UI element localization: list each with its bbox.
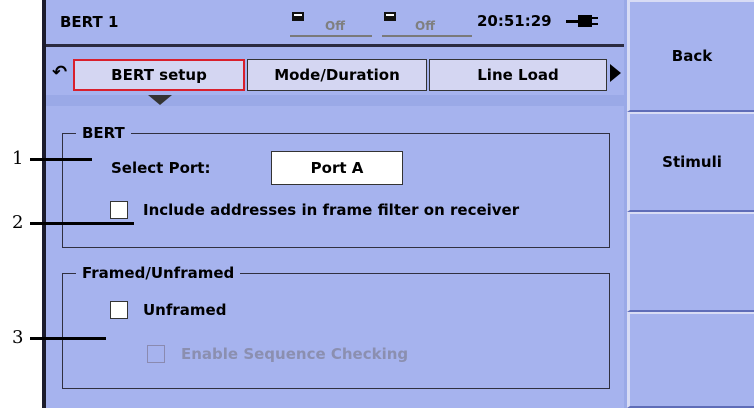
callout-3: 3 bbox=[12, 327, 24, 348]
back-softkey[interactable]: Back bbox=[627, 0, 754, 112]
softkey-4[interactable] bbox=[627, 312, 754, 408]
sequence-checking-label: Enable Sequence Checking bbox=[181, 345, 409, 363]
tab-line-load[interactable]: Line Load bbox=[429, 59, 607, 91]
bert-group-title: BERT bbox=[76, 124, 131, 142]
sequence-checking-checkbox bbox=[147, 345, 165, 363]
callout-1-line bbox=[30, 158, 92, 161]
include-addresses-label: Include addresses in frame filter on rec… bbox=[143, 201, 520, 219]
framing-group-title: Framed/Unframed bbox=[76, 264, 241, 282]
callout-2: 2 bbox=[12, 212, 24, 233]
tab-bert-setup[interactable]: BERT setup bbox=[73, 59, 245, 91]
stimuli-softkey[interactable]: Stimuli bbox=[627, 112, 754, 212]
callout-1: 1 bbox=[12, 148, 24, 169]
port-1-led-icon bbox=[292, 12, 304, 21]
port-1-status: Off bbox=[325, 19, 345, 33]
tab-mode-duration[interactable]: Mode/Duration bbox=[247, 59, 427, 91]
window-title: BERT 1 bbox=[60, 13, 119, 31]
port-2-status: Off bbox=[415, 19, 435, 33]
framing-groupbox bbox=[62, 273, 610, 389]
include-addresses-checkbox[interactable] bbox=[110, 201, 128, 219]
battery-plug-icon bbox=[566, 15, 598, 27]
tab-scroll-left-icon[interactable]: ↶ bbox=[52, 62, 67, 83]
tab-scroll-right-icon[interactable] bbox=[610, 64, 621, 82]
port-2-led-icon bbox=[384, 12, 396, 21]
clock: 20:51:29 bbox=[477, 12, 552, 30]
softkey-3[interactable] bbox=[627, 212, 754, 312]
unframed-label: Unframed bbox=[143, 301, 227, 319]
callout-3-line bbox=[30, 337, 106, 340]
port-1-underline bbox=[290, 35, 372, 37]
port-select[interactable]: Port A bbox=[271, 151, 403, 185]
active-tab-pointer-icon bbox=[148, 95, 172, 105]
select-port-label: Select Port: bbox=[111, 159, 211, 177]
callout-2-line bbox=[30, 222, 134, 225]
unframed-checkbox[interactable] bbox=[110, 301, 128, 319]
port-2-underline bbox=[382, 35, 472, 37]
